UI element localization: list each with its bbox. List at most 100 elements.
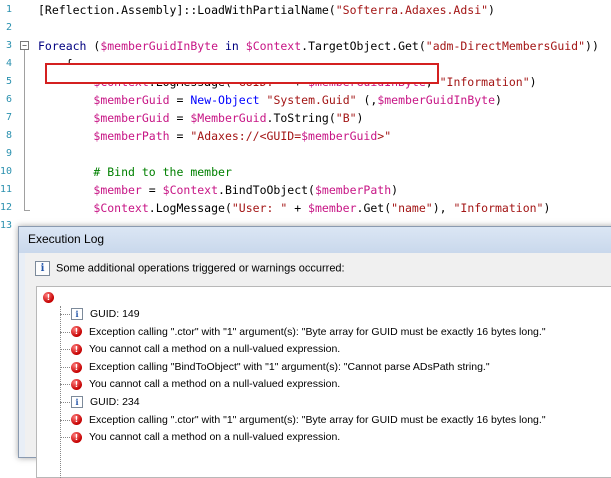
line-number: 1	[5, 4, 12, 15]
fold-margin: −	[17, 0, 30, 230]
code-token: "B"	[335, 111, 357, 125]
code-token: ))	[585, 39, 599, 53]
tree-branch	[60, 314, 70, 315]
code-token: in	[224, 39, 239, 53]
log-entry[interactable]: ! Exception calling ".ctor" with "1" argu…	[71, 412, 611, 429]
line-number: 6	[5, 94, 12, 105]
tree-branch	[60, 419, 70, 421]
code-token: ),	[432, 201, 454, 215]
code-token: $Context	[162, 183, 219, 197]
log-entry-text: GUID: 149	[90, 308, 140, 320]
line-number: 10	[0, 166, 13, 177]
code-token: =	[169, 129, 191, 143]
code-token: $memberGuidInByte	[377, 93, 496, 107]
code-token: .ToString(	[266, 111, 336, 125]
code-token: $memberGuid	[93, 93, 170, 107]
log-entry-text: You cannot call a method on a null-value…	[89, 431, 341, 444]
fold-guide-end	[24, 210, 30, 211]
code-token: .Get(	[356, 201, 392, 215]
line-number: 12	[0, 202, 13, 213]
code-token: $memberGuidInByte	[100, 39, 219, 53]
code-token: $Context	[93, 201, 149, 215]
code-token: (	[86, 39, 101, 53]
log-entry-text: You cannot call a method on a null-value…	[89, 343, 341, 356]
code-token: $memberPath	[93, 129, 170, 143]
code-token: >"	[377, 129, 392, 143]
code-token: "Information"	[439, 75, 530, 89]
code-line: $memberGuid = New-Object "System.Guid" (…	[38, 91, 502, 109]
code-token: +	[287, 201, 309, 215]
code-line: $memberGuid = $MemberGuid.ToString("B")	[38, 109, 363, 127]
error-icon: !	[71, 343, 82, 355]
code-line: # Bind to the member	[38, 163, 231, 181]
code-token: =	[169, 111, 191, 125]
code-line: [Reflection.Assembly]::LoadWithPartialNa…	[38, 1, 495, 19]
info-icon: i	[71, 308, 83, 321]
code-line: $Context.LogMessage("User: " + $member.G…	[38, 199, 550, 217]
line-number: 5	[5, 76, 12, 87]
log-entry[interactable]: ! You cannot call a method on a null-valu…	[71, 341, 611, 358]
execution-log-dialog: Execution Log i Some additional operation…	[18, 226, 611, 478]
code-token: "Information"	[453, 201, 544, 215]
tree-branch	[60, 331, 70, 333]
code-line: Foreach ($memberGuidInByte in $Context.T…	[38, 37, 599, 55]
code-token: )	[495, 93, 502, 107]
notice-text: Some additional operations triggered or …	[56, 262, 345, 275]
code-token: "name"	[391, 201, 433, 215]
line-number: 7	[5, 112, 12, 123]
line-number: 13	[0, 220, 13, 230]
code-token: Foreach	[38, 39, 87, 53]
code-token: "User: "	[231, 201, 288, 215]
log-root-row[interactable]: !	[43, 289, 611, 306]
line-number: 11	[0, 184, 13, 195]
log-entry[interactable]: ! Exception calling "BindToObject" with "…	[71, 359, 611, 376]
error-icon: !	[71, 431, 82, 443]
code-token: $MemberGuid	[190, 111, 267, 125]
log-entry-text: GUID: 234	[90, 396, 140, 408]
code-line: $memberPath = "Adaxes://<GUID=$memberGui…	[38, 127, 391, 145]
warning-notice: i Some additional operations triggered or…	[35, 261, 345, 276]
redaction-box	[45, 63, 439, 84]
code-token: [Reflection.Assembly]::LoadWithPartialNa…	[38, 3, 336, 17]
code-line: $member = $Context.BindToObject($memberP…	[38, 181, 398, 199]
tree-branch	[60, 384, 70, 386]
collapse-block-icon[interactable]: −	[20, 41, 29, 50]
error-icon: !	[71, 326, 82, 338]
info-icon: i	[71, 396, 83, 409]
tree-branch	[60, 402, 70, 403]
code-token: )	[488, 3, 495, 17]
code-token: "Adaxes://<GUID=	[190, 129, 302, 143]
log-entry[interactable]: i GUID: 234	[71, 394, 611, 411]
code-token: "Softerra.Adaxes.Adsi"	[335, 3, 489, 17]
code-token: (,	[356, 93, 378, 107]
tree-branch	[60, 366, 70, 368]
log-entry-text: You cannot call a method on a null-value…	[89, 378, 341, 391]
log-entry-text: Exception calling ".ctor" with "1" argum…	[89, 413, 546, 426]
log-entry[interactable]: i GUID: 149	[71, 306, 611, 323]
log-entry[interactable]: ! You cannot call a method on a null-valu…	[71, 376, 611, 393]
error-icon: !	[43, 291, 54, 303]
dialog-body: i Some additional operations triggered or…	[25, 253, 611, 478]
log-entry-text: Exception calling ".ctor" with "1" argum…	[89, 325, 546, 338]
code-token: )	[543, 201, 551, 215]
line-number: 2	[5, 22, 12, 33]
dialog-titlebar[interactable]: Execution Log	[19, 227, 611, 253]
code-token: "System.Guid"	[266, 93, 357, 107]
log-tree[interactable]: ! i GUID: 149! Exception calling ".ctor" w…	[36, 286, 611, 478]
info-icon: i	[35, 261, 50, 276]
script-editor[interactable]: 123456789101112131415 − [Reflection.Asse…	[0, 0, 611, 230]
tree-branch	[60, 437, 70, 439]
code-token: .BindToObject(	[218, 183, 315, 197]
line-number: 4	[5, 58, 12, 69]
error-icon: !	[71, 361, 82, 373]
code-token: New-Object	[190, 93, 260, 107]
log-entry[interactable]: ! Exception calling ".ctor" with "1" argu…	[71, 324, 611, 341]
